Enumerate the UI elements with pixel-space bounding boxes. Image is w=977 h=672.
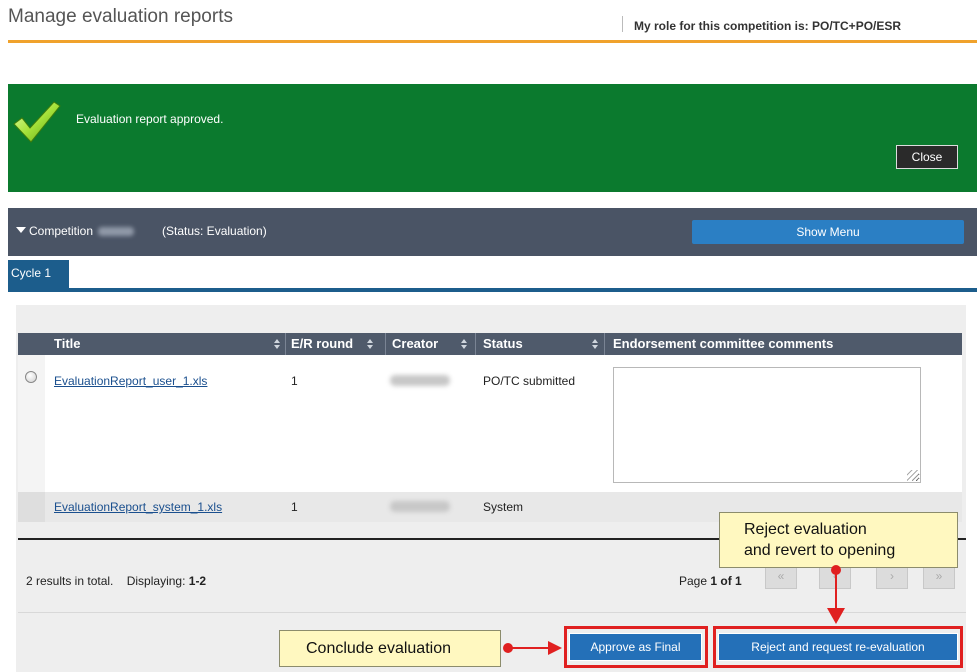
callout-conclude: Conclude evaluation (279, 630, 501, 667)
sort-icon[interactable] (592, 339, 599, 349)
status-cell: System (483, 500, 524, 514)
approve-as-final-button[interactable]: Approve as Final (569, 633, 702, 661)
arrow-head-icon (548, 641, 562, 655)
results-total: 2 results in total. (26, 574, 114, 588)
page-indicator: Page 1 of 1 (679, 574, 742, 588)
collapse-caret-icon[interactable] (16, 227, 26, 233)
report-file-link[interactable]: EvaluationReport_system_1.xls (54, 500, 222, 514)
role-indicator: My role for this competition is: PO/TC+P… (634, 19, 902, 33)
tab-strip (8, 256, 977, 290)
redacted-creator (390, 375, 450, 386)
resize-grip-icon[interactable] (907, 470, 918, 481)
column-divider (604, 333, 605, 355)
results-summary: 2 results in total. Displaying: 1-2 (26, 574, 206, 588)
competition-prefix: Competition (29, 224, 94, 238)
status-cell: PO/TC submitted (483, 374, 576, 388)
comments-textarea[interactable] (613, 367, 921, 483)
column-divider (285, 333, 286, 355)
column-header-creator[interactable]: Creator (392, 333, 438, 355)
close-button[interactable]: Close (896, 145, 958, 169)
sort-icon[interactable] (274, 339, 281, 349)
callout-reject-line1: Reject evaluation (744, 521, 867, 538)
column-header-title[interactable]: Title (54, 333, 81, 355)
page-title: Manage evaluation reports (8, 6, 233, 27)
column-divider (475, 333, 476, 355)
reject-request-reevaluation-button[interactable]: Reject and request re-evaluation (718, 633, 958, 661)
header-underline (8, 40, 977, 43)
redacted-competition-id (98, 227, 135, 237)
sort-icon[interactable] (461, 339, 468, 349)
column-header-status[interactable]: Status (483, 333, 523, 355)
arrow-head-icon (827, 608, 845, 624)
show-menu-button[interactable]: Show Menu (692, 220, 964, 244)
displaying-range: 1-2 (188, 574, 207, 588)
column-header-round[interactable]: E/R round (291, 333, 353, 355)
callout-arrow-line (835, 570, 837, 610)
actions-divider (18, 612, 966, 613)
role-divider (622, 16, 623, 32)
callout-reject: Reject evaluation and revert to opening (719, 512, 958, 568)
notification-message: Evaluation report approved. (76, 112, 224, 126)
round-cell: 1 (291, 500, 298, 514)
sort-icon[interactable] (367, 339, 374, 349)
round-cell: 1 (291, 374, 298, 388)
report-title-cell: EvaluationReport_user_1.xls (54, 374, 207, 388)
page-current: 1 of 1 (710, 574, 742, 588)
tab-cycle-1[interactable]: Cycle 1 (8, 260, 69, 290)
checkmark-icon (13, 101, 61, 143)
column-divider (385, 333, 386, 355)
tab-underline (8, 288, 977, 292)
report-file-link[interactable]: EvaluationReport_user_1.xls (54, 374, 207, 388)
page-word: Page (679, 574, 708, 588)
success-notification (8, 84, 977, 192)
competition-status: (Status: Evaluation) (162, 224, 267, 238)
callout-reject-line2: and revert to opening (744, 542, 896, 559)
displaying-label: Displaying: (126, 574, 186, 588)
competition-label: Competition (29, 224, 139, 238)
redacted-creator (390, 501, 450, 512)
row-radio-button[interactable] (25, 371, 37, 383)
report-title-cell: EvaluationReport_system_1.xls (54, 500, 222, 514)
row-select-cell (18, 492, 45, 522)
callout-arrow-line (508, 647, 550, 649)
column-header-comments: Endorsement committee comments (613, 336, 834, 351)
